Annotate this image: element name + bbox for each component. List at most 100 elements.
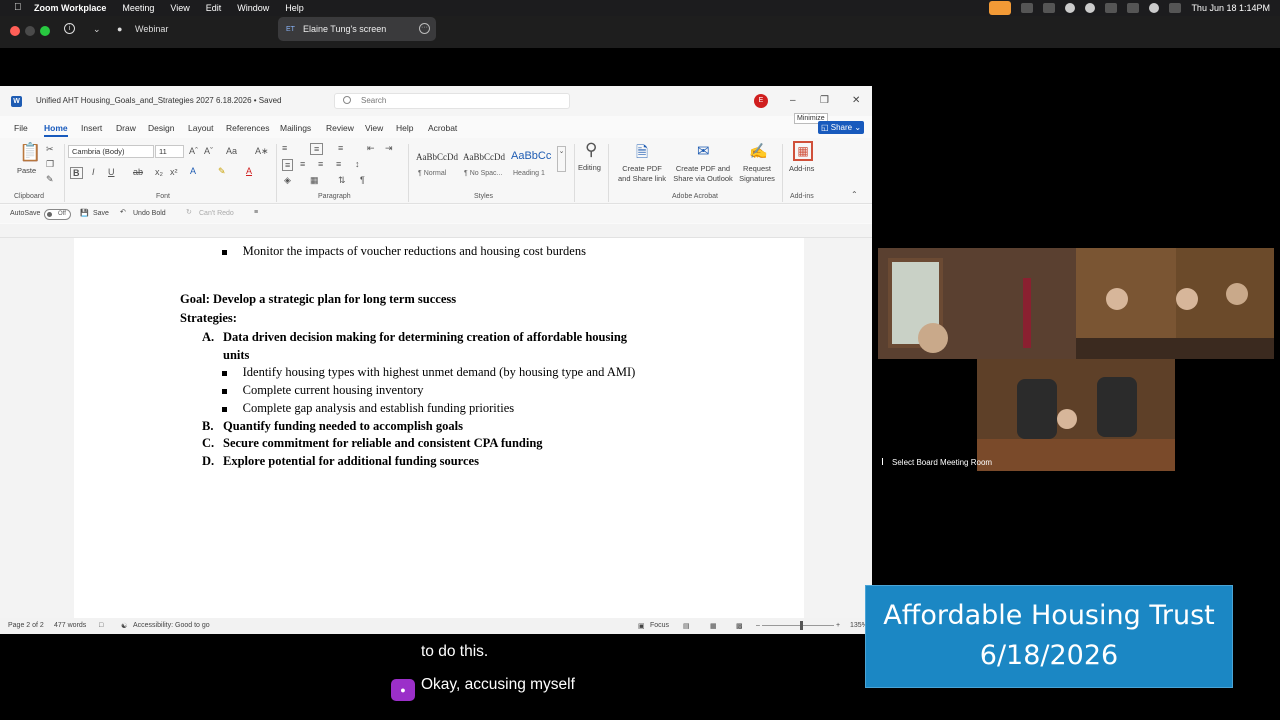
- increase-indent-icon[interactable]: ⇥: [385, 143, 393, 154]
- clear-formatting-icon[interactable]: A∗: [255, 146, 269, 157]
- strikethrough-button[interactable]: ab: [133, 167, 143, 177]
- close-window-button[interactable]: [10, 26, 20, 36]
- cut-icon[interactable]: ✂: [46, 144, 54, 155]
- superscript-button[interactable]: x²: [170, 167, 178, 177]
- screen-share-indicator[interactable]: ET Elaine Tung's screen ···: [278, 17, 436, 41]
- collapse-ribbon-icon[interactable]: ⌃: [851, 190, 858, 199]
- highlight-icon[interactable]: ✎: [218, 166, 226, 177]
- font-name-select[interactable]: Cambria (Body): [68, 145, 154, 158]
- style-normal-sample[interactable]: AaBbCcDd: [416, 152, 458, 162]
- addins-icon[interactable]: ▦: [793, 141, 813, 161]
- multilevel-list-icon[interactable]: ≡: [338, 143, 343, 153]
- user-avatar[interactable]: E: [754, 94, 768, 108]
- zoom-slider[interactable]: [762, 625, 834, 626]
- save-button[interactable]: Save: [93, 210, 109, 217]
- menu-edit[interactable]: Edit: [206, 3, 222, 13]
- document-title[interactable]: Unified AHT Housing_Goals_and_Strategies…: [36, 96, 282, 105]
- chevron-down-icon[interactable]: ⌄: [93, 24, 101, 35]
- zoom-slider-thumb[interactable]: [800, 621, 803, 630]
- underline-button[interactable]: U: [108, 167, 115, 177]
- tab-home[interactable]: Home: [44, 123, 68, 137]
- tab-review[interactable]: Review: [326, 123, 354, 133]
- read-mode-icon[interactable]: ▤: [683, 622, 690, 630]
- borders-icon[interactable]: ▦: [310, 175, 319, 186]
- minimize-icon[interactable]: –: [790, 95, 796, 106]
- italic-button[interactable]: I: [92, 167, 95, 177]
- accessibility-status[interactable]: Accessibility: Good to go: [133, 622, 210, 629]
- tab-design[interactable]: Design: [148, 123, 174, 133]
- tab-view[interactable]: View: [365, 123, 383, 133]
- control-center-icon[interactable]: [1169, 3, 1182, 13]
- share-button[interactable]: ◱ Share ⌄: [818, 121, 864, 134]
- find-icon[interactable]: ⚲: [585, 140, 597, 160]
- menu-help[interactable]: Help: [285, 3, 304, 13]
- editing-button[interactable]: Editing: [578, 163, 601, 172]
- apple-icon[interactable]: : [14, 3, 24, 13]
- document-page[interactable]: Monitor the impacts of voucher reduction…: [74, 238, 804, 618]
- restore-icon[interactable]: ❐: [820, 95, 829, 106]
- tab-help[interactable]: Help: [396, 123, 413, 133]
- save-icon[interactable]: 💾: [80, 209, 89, 217]
- autosave-toggle[interactable]: Off: [44, 209, 71, 220]
- zoom-in-icon[interactable]: +: [836, 622, 840, 629]
- shading-icon[interactable]: ◈: [284, 175, 291, 186]
- proofing-icon[interactable]: □: [99, 622, 103, 629]
- addins-button[interactable]: Add-ins: [789, 164, 814, 173]
- create-pdf-share-link-button[interactable]: Create PDF and Share link: [616, 164, 668, 184]
- paste-button[interactable]: Paste: [17, 166, 36, 175]
- style-heading1-sample[interactable]: AaBbCc: [511, 150, 551, 162]
- focus-button[interactable]: Focus: [650, 622, 669, 629]
- word-count[interactable]: 477 words: [54, 622, 86, 629]
- bullets-icon[interactable]: ≡: [282, 143, 287, 153]
- styles-gallery-scroll[interactable]: ⌄: [557, 146, 566, 172]
- align-center-icon[interactable]: ≡: [300, 159, 305, 169]
- zoom-window-button[interactable]: [40, 26, 50, 36]
- format-painter-icon[interactable]: ✎: [46, 174, 54, 185]
- search-input[interactable]: Search: [334, 93, 570, 109]
- webinar-label[interactable]: Webinar: [135, 24, 168, 34]
- numbering-icon[interactable]: ≡: [310, 143, 324, 155]
- font-color-icon[interactable]: A: [246, 166, 252, 176]
- video-feed[interactable]: [878, 248, 1274, 471]
- menu-window[interactable]: Window: [237, 3, 269, 13]
- info-icon[interactable]: i: [64, 23, 75, 34]
- request-signatures-button[interactable]: Request Signatures: [737, 164, 777, 184]
- line-spacing-icon[interactable]: ↕: [355, 159, 360, 169]
- pilcrow-icon[interactable]: ¶: [360, 175, 365, 185]
- request-signatures-icon[interactable]: ✍: [749, 142, 768, 160]
- undo-button[interactable]: Undo Bold: [133, 210, 166, 217]
- horizontal-ruler[interactable]: [0, 224, 872, 238]
- battery-icon[interactable]: [1127, 3, 1140, 13]
- align-left-icon[interactable]: ≡: [282, 159, 294, 171]
- align-right-icon[interactable]: ≡: [318, 159, 323, 169]
- minimize-window-button[interactable]: [25, 26, 35, 36]
- more-options-icon[interactable]: ···: [419, 23, 430, 34]
- create-pdf-outlook-icon[interactable]: ✉: [697, 142, 710, 160]
- menu-view[interactable]: View: [170, 3, 189, 13]
- justify-icon[interactable]: ≡: [336, 159, 341, 169]
- wifi-icon[interactable]: [1105, 3, 1118, 13]
- paste-icon[interactable]: 📋: [19, 142, 41, 163]
- tab-draw[interactable]: Draw: [116, 123, 136, 133]
- copy-icon[interactable]: ❐: [46, 159, 54, 170]
- shrink-font-icon[interactable]: Aˇ: [204, 146, 213, 156]
- tab-insert[interactable]: Insert: [81, 123, 102, 133]
- tab-mailings[interactable]: Mailings: [280, 123, 311, 133]
- font-size-select[interactable]: 11: [155, 145, 184, 158]
- spotlight-search-icon[interactable]: [1149, 3, 1160, 13]
- globe-icon[interactable]: [1065, 3, 1076, 13]
- change-case-icon[interactable]: Aa: [226, 146, 237, 156]
- create-pdf-outlook-button[interactable]: Create PDF and Share via Outlook: [671, 164, 735, 184]
- zoom-menubar-icon[interactable]: [1021, 3, 1034, 13]
- undo-icon[interactable]: ↶: [120, 208, 126, 216]
- grow-font-icon[interactable]: Aˆ: [189, 146, 198, 156]
- bold-button[interactable]: B: [70, 167, 83, 179]
- tab-acrobat[interactable]: Acrobat: [428, 123, 457, 133]
- focus-icon[interactable]: ▣: [638, 622, 645, 630]
- text-effects-icon[interactable]: A: [190, 166, 196, 176]
- web-layout-icon[interactable]: ▩: [736, 622, 743, 630]
- tab-layout[interactable]: Layout: [188, 123, 214, 133]
- microphone-status-icon[interactable]: [989, 1, 1012, 15]
- decrease-indent-icon[interactable]: ⇤: [367, 143, 375, 154]
- sort-icon[interactable]: ⇅: [338, 175, 346, 186]
